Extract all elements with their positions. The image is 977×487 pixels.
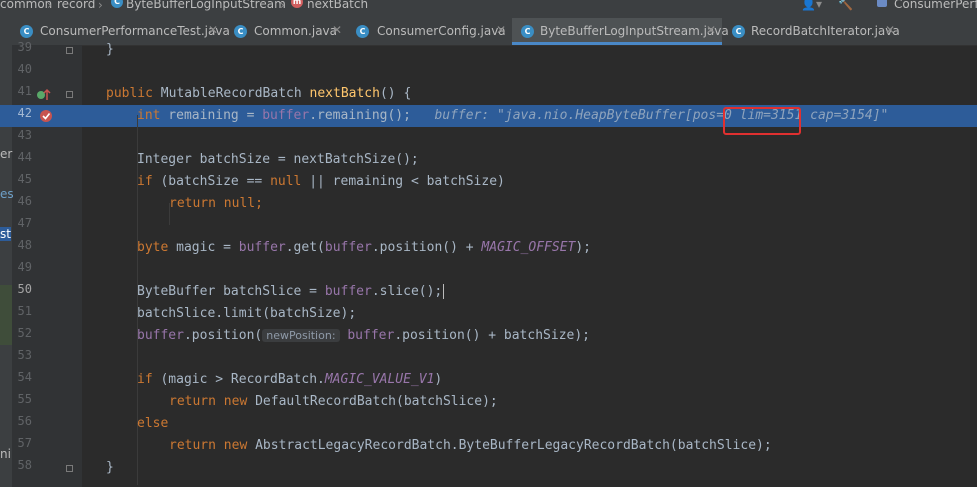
line-number: 51 [17, 304, 32, 318]
class-icon: C [521, 25, 534, 38]
class-icon: C [20, 25, 33, 38]
tab-label: RecordBatchIterator.java [751, 24, 900, 38]
build-hammer-icon[interactable]: 🔨 [838, 0, 853, 11]
code-line-58: } [106, 460, 114, 475]
line-number: 57 [17, 436, 32, 450]
code-line-56: else [137, 416, 169, 431]
class-icon: C [732, 25, 745, 38]
code-line-44: Integer batchSize = nextBatchSize(); [137, 152, 419, 167]
tab-record-batch-iterator[interactable]: C RecordBatchIterator.java ✕ [726, 18, 900, 45]
code-line-51: batchSlice.limit(batchSize); [137, 306, 357, 321]
code-editor[interactable]: } public MutableRecordBatch nextBatch() … [82, 42, 977, 487]
line-number: 42 [17, 106, 32, 120]
line-number: 45 [17, 172, 32, 186]
line-number: 54 [17, 370, 32, 384]
breadcrumb-item-common[interactable]: common [0, 0, 52, 11]
tab-label: ConsumerPerformanceTest.java [40, 24, 230, 38]
line-number: 55 [17, 392, 32, 406]
line-number: 47 [17, 216, 32, 230]
annotation-highlight-box [723, 107, 801, 135]
close-icon[interactable]: ✕ [208, 23, 218, 37]
fold-toggle-icon[interactable] [66, 47, 73, 54]
editor-tab-bar: C ConsumerPerformanceTest.java ✕ C Commo… [0, 18, 977, 46]
code-line-45: if (batchSize == null || remaining < bat… [137, 174, 505, 189]
close-icon[interactable]: ✕ [332, 23, 342, 37]
code-line-48: byte magic = buffer.get(buffer.position(… [137, 240, 591, 255]
line-number: 40 [17, 62, 32, 76]
line-number: 49 [17, 260, 32, 274]
parameter-hint: newPosition: [262, 329, 340, 342]
method-icon: m [291, 0, 303, 8]
run-config-icon [877, 0, 887, 7]
close-icon[interactable]: ✕ [496, 23, 506, 37]
breadcrumb-item-class[interactable]: ByteBufferLogInputStream [126, 0, 286, 11]
breadcrumb: common › record › C ByteBufferLogInputSt… [0, 0, 977, 18]
line-number: 43 [17, 128, 32, 142]
close-icon[interactable]: ✕ [885, 23, 895, 37]
code-line-55: return new DefaultRecordBatch(batchSlice… [169, 394, 498, 409]
line-number: 53 [17, 348, 32, 362]
chevron-right-icon: › [47, 0, 52, 12]
close-icon[interactable]: ✕ [706, 23, 716, 37]
class-icon: C [111, 0, 123, 8]
override-method-icon[interactable] [36, 88, 52, 102]
line-number: 44 [17, 150, 32, 164]
code-line-46: return null; [169, 196, 263, 211]
tab-label: Common.java [254, 24, 338, 38]
text-caret [443, 284, 445, 299]
line-number: 41 [17, 84, 32, 98]
fold-toggle-icon[interactable] [66, 465, 73, 472]
line-number: 48 [17, 238, 32, 252]
breadcrumb-item-record[interactable]: record [57, 0, 95, 11]
line-number: 52 [17, 326, 32, 340]
code-line-57: return new AbstractLegacyRecordBatch.Byt… [169, 438, 772, 453]
code-line-54: if (magic > RecordBatch.MAGIC_VALUE_V1) [137, 372, 443, 387]
chevron-right-icon: › [98, 0, 103, 12]
user-icon[interactable]: 👤▾ [801, 0, 822, 11]
run-config-label[interactable]: ConsumerPerfor [894, 0, 977, 11]
fold-toggle-icon[interactable] [66, 91, 73, 98]
chevron-right-icon: › [280, 0, 285, 12]
tab-byte-buffer-log-input-stream[interactable]: C ByteBufferLogInputStream.java ✕ [512, 18, 729, 45]
breakpoint-icon[interactable] [39, 109, 55, 123]
line-number: 46 [17, 194, 32, 208]
code-line-41: public MutableRecordBatch nextBatch() { [106, 86, 412, 101]
tab-common[interactable]: C Common.java ✕ [228, 18, 344, 45]
breadcrumb-item-method[interactable]: nextBatch [307, 0, 368, 11]
tab-consumer-config[interactable]: C ConsumerConfig.java ✕ [350, 18, 508, 45]
tab-label: ConsumerConfig.java [377, 24, 506, 38]
line-number: 56 [17, 414, 32, 428]
inline-debug-value[interactable]: buffer: "java.nio.HeapByteBuffer[pos=0 l… [434, 108, 888, 123]
tab-consumer-performance-test[interactable]: C ConsumerPerformanceTest.java ✕ [12, 18, 230, 45]
code-line-52: buffer.position(newPosition: buffer.posi… [137, 328, 590, 343]
line-number: 50 [17, 282, 32, 296]
class-icon: C [234, 25, 247, 38]
indent-guide [137, 393, 138, 483]
line-number: 39 [17, 40, 32, 54]
code-line-50: ByteBuffer batchSlice = buffer.slice(); [137, 284, 445, 299]
code-line-39: } [106, 42, 114, 57]
line-number: 58 [17, 458, 32, 472]
tab-label: ByteBufferLogInputStream.java [540, 24, 729, 38]
class-icon: C [356, 25, 369, 38]
